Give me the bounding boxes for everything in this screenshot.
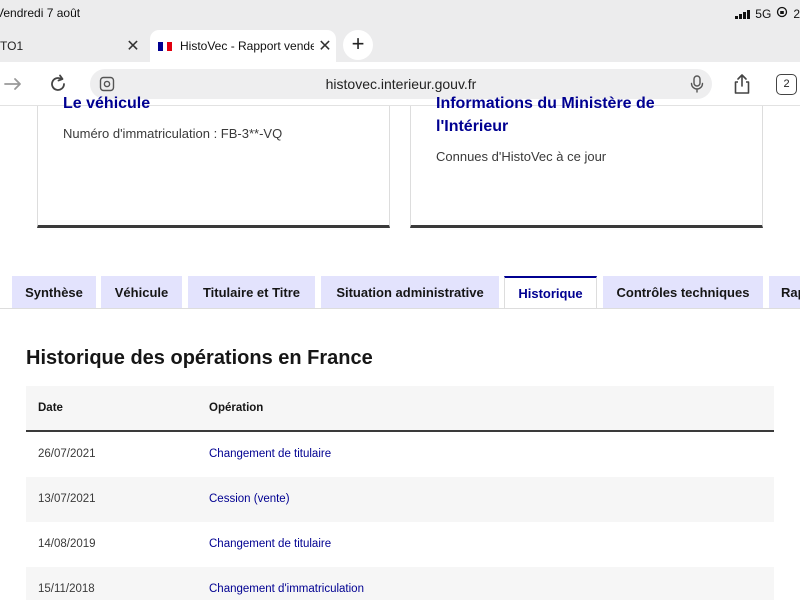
table-row: 14/08/2019 Changement de titulaire (26, 522, 774, 567)
close-tab-icon[interactable]: ✕ (122, 36, 144, 56)
vehicle-card-desc: Numéro d'immatriculation : FB-3**-VQ (63, 126, 283, 141)
tab-synthese[interactable]: Synthèse (12, 276, 96, 308)
vehicle-card: Le véhicule Numéro d'immatriculation : F… (37, 95, 390, 228)
tab-situation-administrative[interactable]: Situation administrative (321, 276, 499, 308)
table-row: 15/11/2018 Changement d'immatriculation (26, 567, 774, 600)
tab-rapport[interactable]: Rap (769, 276, 800, 308)
share-icon[interactable] (729, 71, 755, 97)
history-table: Date Opération 26/07/2021 Changement de … (26, 386, 774, 600)
row-operation: Cession (vente) (209, 493, 290, 505)
browser-tab-label: TO1 (0, 39, 24, 53)
ministry-card: Informations du Ministère de l'Intérieur… (410, 95, 763, 228)
status-indicators: 5G 2 (735, 6, 800, 21)
tab-controles-techniques[interactable]: Contrôles techniques (603, 276, 763, 308)
close-tab-icon[interactable]: ✕ (314, 36, 336, 56)
vehicle-card-title[interactable]: Le véhicule (63, 92, 383, 115)
column-header-date: Date (38, 402, 63, 414)
browser-tab-histovec[interactable]: HistoVec - Rapport vendeur ✕ (150, 30, 336, 62)
report-tabs: Synthèse Véhicule Titulaire et Titre Sit… (0, 276, 800, 309)
table-row: 13/07/2021 Cession (vente) (26, 477, 774, 522)
row-operation: Changement de titulaire (209, 448, 332, 460)
status-time: Vendredi 7 août (0, 6, 81, 20)
row-operation: Changement d'immatriculation (209, 583, 364, 595)
tab-vehicule[interactable]: Véhicule (101, 276, 182, 308)
orientation-lock-icon (776, 6, 788, 21)
tab-titulaire[interactable]: Titulaire et Titre (188, 276, 315, 308)
browser-tab-strip: TO1 ✕ HistoVec - Rapport vendeur ✕ (0, 26, 800, 62)
row-date: 13/07/2021 (38, 493, 96, 505)
tab-historique[interactable]: Historique (504, 276, 597, 309)
battery-label: 2 (793, 6, 800, 21)
browser-tab-label: HistoVec - Rapport vendeur (180, 39, 314, 53)
tab-panel-border (0, 308, 800, 309)
page-title: Historique des opérations en France (26, 347, 373, 369)
status-bar: Vendredi 7 août 5G 2 (0, 0, 800, 26)
french-flag-icon (158, 41, 173, 51)
ministry-card-title[interactable]: Informations du Ministère de l'Intérieur (436, 92, 676, 138)
browser-tab-to1[interactable]: TO1 ✕ (0, 30, 144, 62)
network-label: 5G (755, 6, 772, 21)
row-date: 26/07/2021 (38, 448, 96, 460)
row-date: 15/11/2018 (38, 583, 95, 595)
ministry-card-desc: Connues d'HistoVec à ce jour (436, 149, 607, 164)
microphone-icon[interactable] (684, 71, 710, 97)
row-operation: Changement de titulaire (209, 538, 332, 550)
row-date: 14/08/2019 (38, 538, 96, 550)
table-row: 26/07/2021 Changement de titulaire (26, 432, 774, 477)
forward-arrow-icon[interactable] (0, 71, 26, 97)
tab-count-button[interactable]: 2 (776, 74, 797, 95)
new-tab-button[interactable]: + (343, 30, 373, 60)
table-header: Date Opération (26, 386, 774, 432)
column-header-operation: Opération (209, 402, 264, 414)
url-text: histovec.interieur.gouv.fr (325, 76, 477, 92)
signal-icon (735, 9, 751, 19)
